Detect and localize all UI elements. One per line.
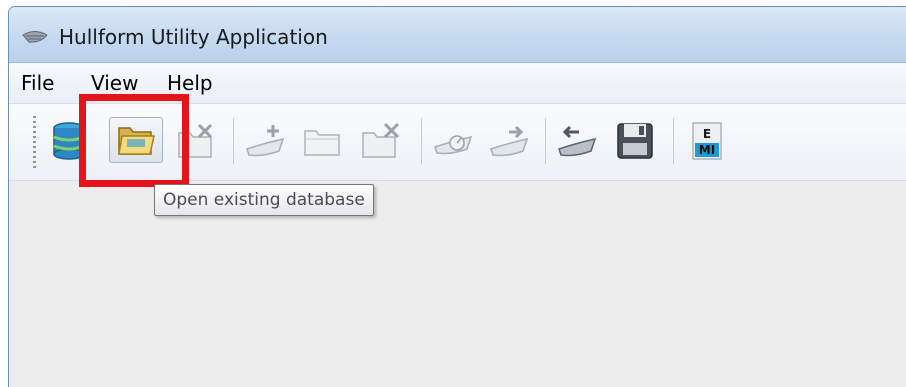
toolbar-separator <box>673 118 674 164</box>
tooltip: Open existing database <box>154 184 374 216</box>
import-hull-button[interactable] <box>555 119 599 163</box>
em-button[interactable]: E MI <box>685 119 729 163</box>
toolbar-separator <box>545 118 546 164</box>
toolbar-separator <box>233 118 234 164</box>
em-label-top: E <box>703 127 711 141</box>
client-area[interactable] <box>9 181 906 387</box>
menu-file[interactable]: File <box>21 71 54 95</box>
em-label-bottom: MI <box>699 143 715 157</box>
folder-button[interactable] <box>301 119 345 163</box>
save-button[interactable] <box>613 119 657 163</box>
delete-folder-button[interactable] <box>359 119 403 163</box>
window-title: Hullform Utility Application <box>59 25 328 49</box>
highlight-annotation <box>79 94 189 187</box>
toolbar-grip[interactable] <box>33 116 36 168</box>
hull-icon <box>21 26 49 46</box>
application-window: Hullform Utility Application File View H… <box>8 6 906 387</box>
menu-view[interactable]: View <box>91 71 138 95</box>
export-hull-button[interactable] <box>487 119 531 163</box>
menu-help[interactable]: Help <box>167 71 213 95</box>
add-hull-button[interactable] <box>243 119 287 163</box>
toolbar-separator <box>421 118 422 164</box>
title-bar[interactable]: Hullform Utility Application <box>9 7 906 63</box>
hull-gauge-button[interactable] <box>431 119 475 163</box>
